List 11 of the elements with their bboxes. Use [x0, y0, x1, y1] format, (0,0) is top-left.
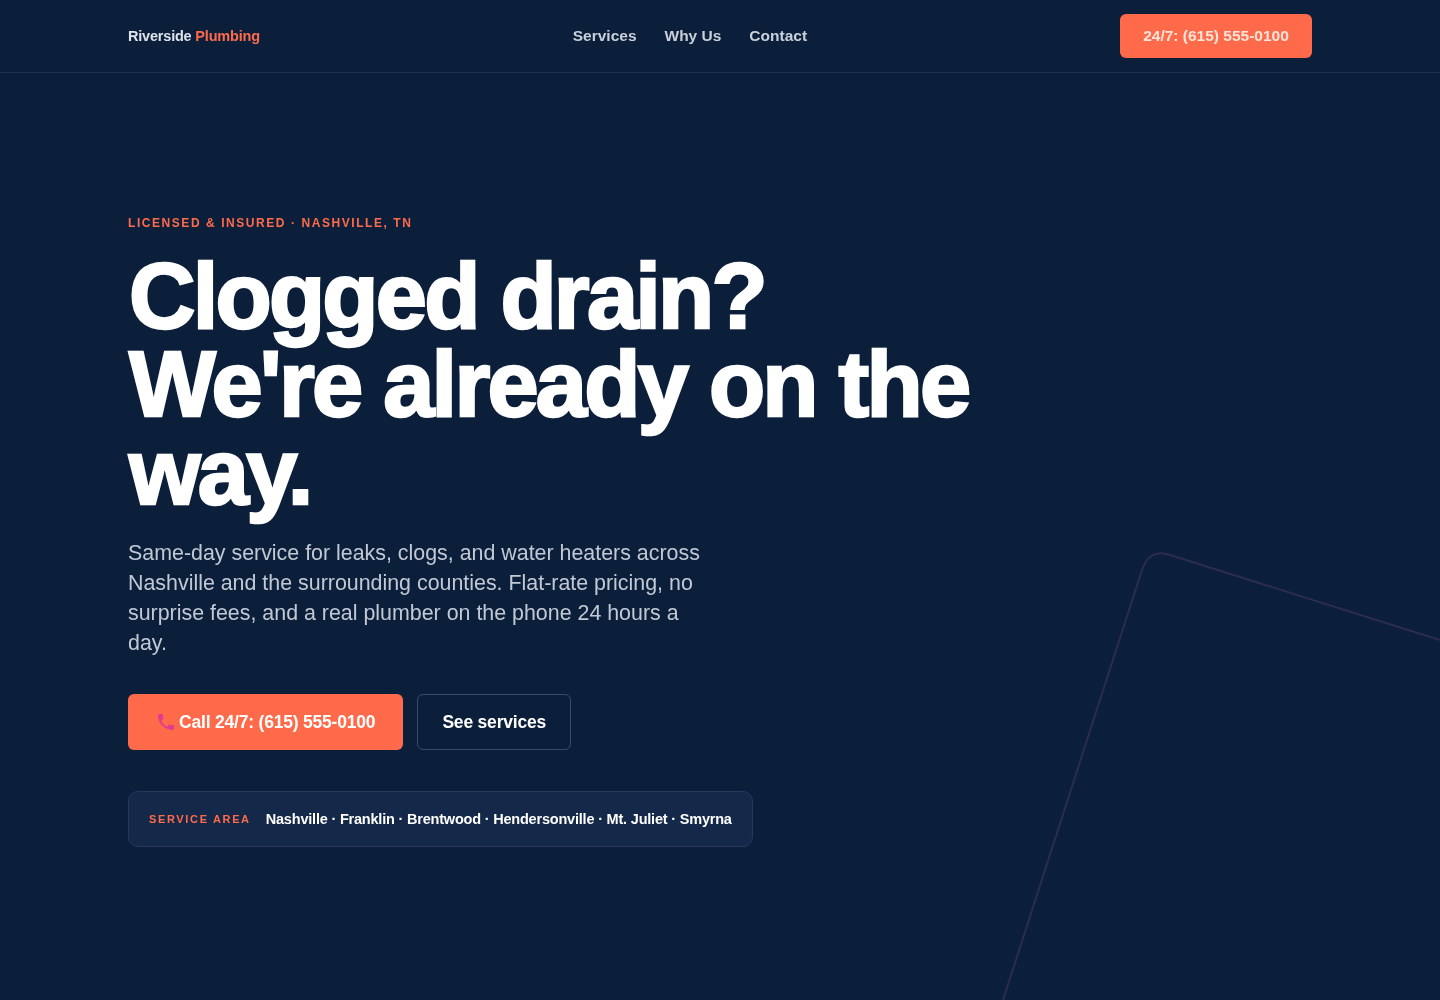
hero-headline: Clogged drain? We're already on the way. [128, 252, 970, 525]
nav-link[interactable]: Services [572, 27, 637, 45]
brand-logo[interactable]: Riverside Plumbing [128, 28, 260, 44]
phone-icon [158, 714, 174, 730]
nav-link[interactable]: Why Us [664, 27, 722, 45]
service-area-towns: Nashville · Franklin · Brentwood · Hendersonville · Mt. Juliet · Smyrna [265, 811, 732, 827]
services-button[interactable]: See services [417, 694, 572, 750]
service-area-label: SERVICE AREA [149, 813, 251, 825]
eyebrow-text: LICENSED & INSURED · NASHVILLE, TN [128, 215, 413, 232]
nav-link[interactable]: Contact [749, 27, 808, 45]
hero-description: Same-day service for leaks, clogs, and water heaters across Nashville and the surrounding counties. Flat-rate pricing, no surprise fees, and a real plumber on the phone 24 hours a day. [128, 540, 701, 657]
